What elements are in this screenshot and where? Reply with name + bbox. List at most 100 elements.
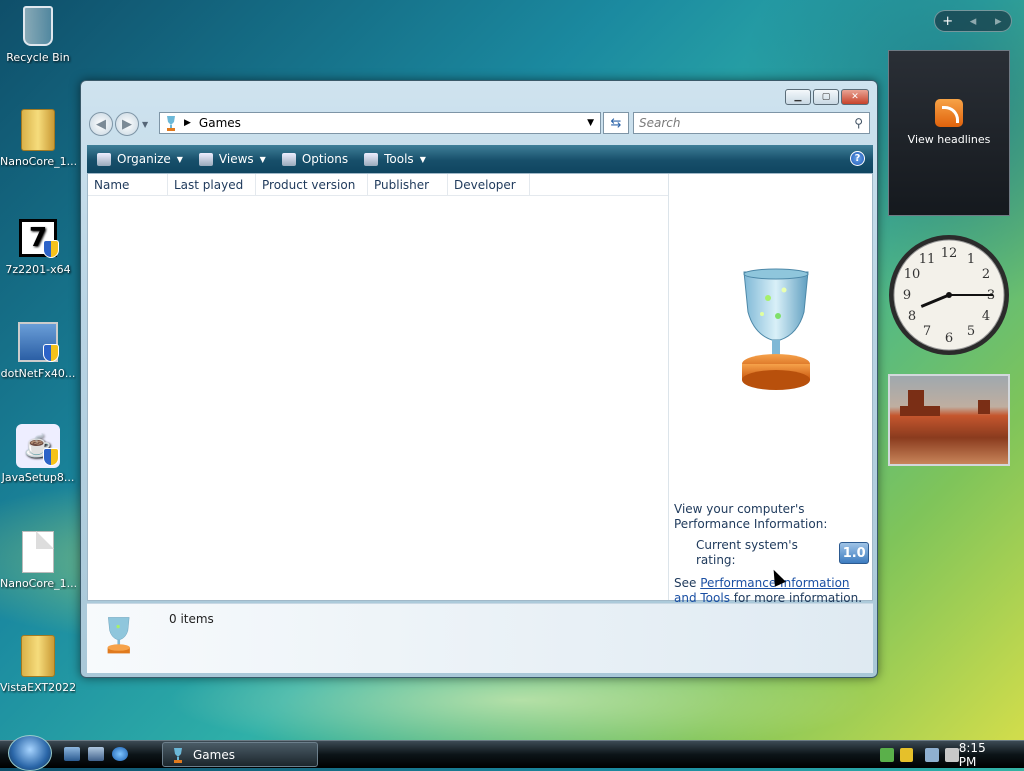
desktop-icon-nanocore-file[interactable]: NanoCore_1...	[0, 530, 76, 590]
internet-explorer-icon[interactable]	[112, 747, 128, 761]
security-icon[interactable]	[880, 748, 894, 762]
network-icon[interactable]	[925, 748, 940, 762]
feed-label: View headlines	[907, 133, 991, 146]
forward-arrow-icon: ▶	[122, 116, 132, 132]
desktop-icon-vistaext[interactable]: VistaEXT2022	[0, 634, 76, 694]
address-bar[interactable]: ▶ Games ▼	[159, 112, 601, 134]
preview-divider	[668, 174, 669, 600]
svg-text:8: 8	[908, 309, 916, 324]
desktop-icon-label: NanoCore_1...	[0, 577, 76, 590]
slideshow-gadget[interactable]	[888, 374, 1010, 466]
forward-button[interactable]: ▶	[115, 112, 139, 136]
search-icon[interactable]: ⚲	[854, 116, 863, 130]
system-rating: Current system's rating: 1.0	[696, 538, 869, 568]
column-name[interactable]: Name	[88, 174, 168, 196]
desktop-icon-recycle-bin[interactable]: Recycle Bin	[0, 4, 76, 64]
show-desktop-icon[interactable]	[64, 747, 80, 761]
address-dropdown-icon[interactable]: ▼	[587, 118, 594, 128]
desktop-icon-dotnet[interactable]: dotNetFx40...	[0, 320, 76, 380]
desktop-icon-7zip[interactable]: 7 7z2201-x64	[0, 216, 76, 276]
recent-pages-dropdown[interactable]: ▼	[142, 120, 148, 129]
minimize-button[interactable]: ▁	[785, 89, 811, 105]
tools-icon	[364, 152, 379, 166]
item-count: 0 items	[169, 612, 214, 626]
column-last-played[interactable]: Last played	[168, 174, 256, 196]
rating-badge: 1.0	[839, 542, 869, 564]
organize-label: Organize	[117, 152, 171, 166]
games-trophy-icon	[167, 116, 175, 131]
options-label: Options	[301, 152, 349, 166]
maximize-button[interactable]: ▢	[813, 89, 839, 105]
organize-button[interactable]: Organize ▼	[97, 152, 183, 166]
chevron-down-icon: ▼	[176, 154, 183, 164]
close-button[interactable]: ✕	[841, 89, 869, 105]
help-icon[interactable]: ?	[850, 151, 865, 166]
details-pane: 0 items	[87, 603, 873, 673]
back-arrow-icon: ◀	[96, 116, 106, 132]
uac-shield-icon	[43, 448, 59, 466]
recycle-bin-icon	[23, 6, 53, 46]
volume-muted-icon[interactable]	[945, 748, 959, 762]
breadcrumb-arrow-icon[interactable]: ▶	[184, 118, 191, 128]
games-trophy-small-icon	[107, 617, 130, 654]
file-list-pane: Name Last played Product version Publish…	[87, 173, 873, 605]
search-input[interactable]: Search ⚲	[633, 112, 870, 134]
desktop-icon-label: NanoCore_1...	[0, 155, 76, 168]
desktop-icon-label: 7z2201-x64	[5, 263, 71, 276]
start-button[interactable]	[8, 735, 52, 771]
views-icon	[198, 152, 213, 166]
folder-icon	[21, 109, 55, 151]
uac-shield-icon	[43, 240, 59, 258]
games-trophy-icon	[174, 747, 182, 763]
clock-gadget[interactable]: 1212 345 678 91011	[888, 232, 1010, 358]
command-bar: Organize ▼ Views ▼ Options Tools ▼ ?	[87, 145, 873, 173]
desktop-icon-label: VistaEXT2022	[0, 681, 76, 694]
options-button[interactable]: Options	[281, 152, 349, 166]
search-placeholder: Search	[639, 116, 681, 130]
tools-button[interactable]: Tools ▼	[364, 152, 426, 166]
options-icon	[281, 152, 296, 166]
add-gadget-icon[interactable]: +	[935, 14, 960, 29]
column-publisher[interactable]: Publisher	[368, 174, 448, 196]
next-page-icon[interactable]: ▸	[986, 14, 1011, 29]
previous-page-icon[interactable]: ◂	[960, 14, 985, 29]
sidebar-controls: + ◂ ▸	[934, 10, 1012, 32]
back-button[interactable]: ◀	[89, 112, 113, 136]
mesa-shape	[978, 400, 990, 414]
desktop-icon-nanocore-folder[interactable]: NanoCore_1...	[0, 108, 76, 168]
desktop-icon-label: dotNetFx40...	[0, 367, 76, 380]
views-label: Views	[218, 152, 254, 166]
svg-text:4: 4	[982, 309, 990, 324]
taskbar-clock[interactable]: 8:15 PM	[959, 741, 1006, 769]
update-icon[interactable]	[899, 748, 914, 762]
address-text: Games	[198, 116, 241, 130]
chevron-down-icon: ▼	[259, 154, 266, 164]
taskbar-button-games[interactable]: Games	[162, 742, 318, 767]
svg-text:5: 5	[967, 324, 975, 339]
mesa-shape	[900, 406, 940, 416]
desktop-icon-java[interactable]: ☕ JavaSetup8...	[0, 424, 76, 484]
taskbar-button-label: Games	[193, 747, 235, 762]
games-explorer-window: ▁ ▢ ✕ ◀ ▶ ▼ ▶ Games ▼ ⇆ Search ⚲ Organiz…	[80, 80, 878, 678]
caption-buttons: ▁ ▢ ✕	[785, 89, 869, 105]
taskbar: Games 8:15 PM	[0, 735, 1024, 771]
svg-text:1: 1	[967, 252, 975, 267]
column-headers: Name Last played Product version Publish…	[88, 174, 668, 196]
desktop-icon-label: Recycle Bin	[6, 51, 70, 64]
svg-text:2: 2	[982, 267, 990, 282]
switch-windows-icon[interactable]	[88, 747, 104, 761]
column-product-version[interactable]: Product version	[256, 174, 368, 196]
notification-area: 8:15 PM	[874, 741, 1024, 769]
svg-text:10: 10	[904, 267, 921, 282]
column-developer[interactable]: Developer	[448, 174, 530, 196]
refresh-button[interactable]: ⇆	[603, 112, 629, 134]
views-button[interactable]: Views ▼	[198, 152, 266, 166]
document-icon	[22, 531, 54, 573]
refresh-icon: ⇆	[610, 115, 622, 131]
desktop-icon-label: JavaSetup8...	[1, 471, 75, 484]
uac-shield-icon	[43, 344, 59, 362]
chevron-down-icon: ▼	[419, 154, 426, 164]
feed-headlines-gadget[interactable]: View headlines	[888, 50, 1010, 216]
folder-icon	[21, 635, 55, 677]
svg-text:12: 12	[941, 246, 958, 261]
